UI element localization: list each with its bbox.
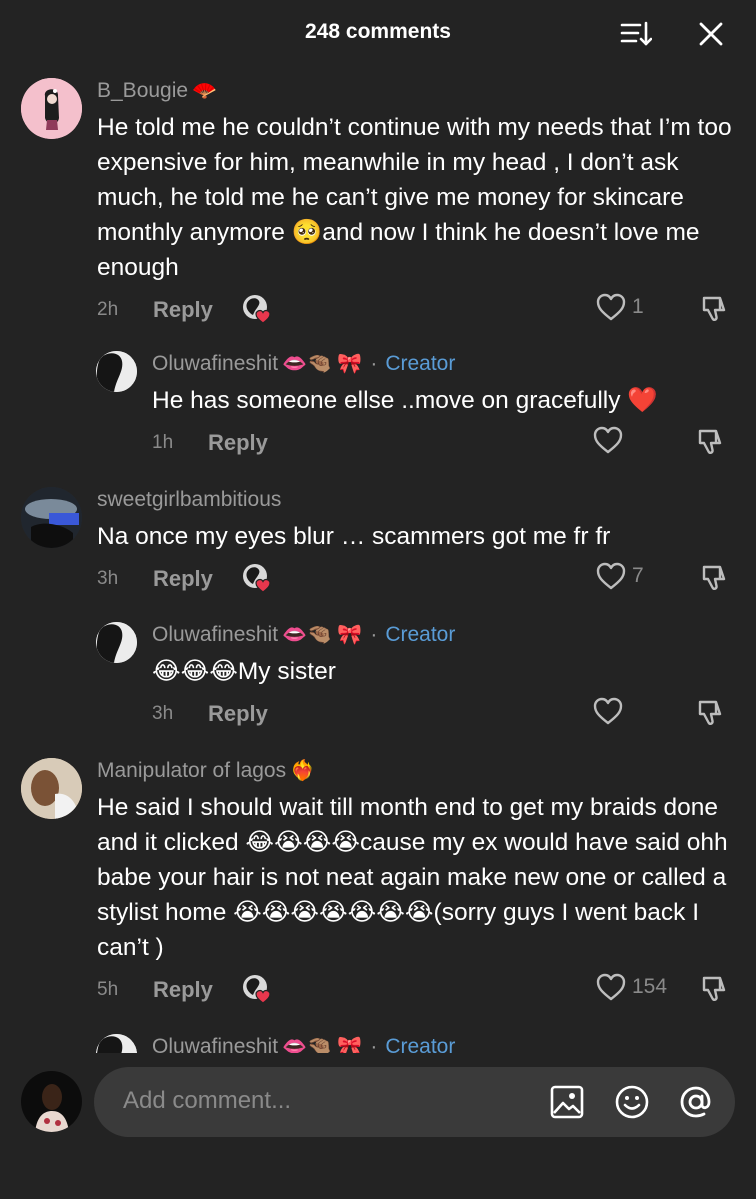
username-text[interactable]: B_Bougie [97,78,188,104]
comment-username[interactable]: Oluwafineshit 👄🤏🏽 🎀 · Creator [152,1034,732,1053]
reply-button[interactable]: Reply [208,430,268,456]
comment-time: 2h [97,299,119,320]
comments-header: 248 comments [0,0,756,68]
heart-icon [596,293,626,321]
sort-icon[interactable] [620,20,652,48]
comment-time: 3h [97,568,119,589]
comment-input[interactable]: Add comment... [94,1067,735,1137]
like-count: 1 [632,295,644,318]
like-button[interactable]: 7 [596,562,644,590]
like-button[interactable] [593,697,623,725]
creator-badge: Creator [385,1035,456,1053]
comment-time: 1h [152,432,174,453]
close-icon[interactable] [698,21,724,47]
avatar[interactable] [21,758,82,819]
username-emoji: ❤️‍🔥 [290,760,316,782]
creator-liked-icon [241,973,273,1005]
username-text[interactable]: Oluwafineshit [152,1034,278,1053]
like-count: 154 [632,975,668,998]
heart-icon [596,562,626,590]
avatar[interactable] [21,78,82,139]
heart-icon [593,697,623,725]
avatar-image [96,622,137,663]
like-button[interactable]: 154 [596,973,667,1001]
reply-button[interactable]: Reply [153,977,213,1003]
dislike-icon[interactable] [700,293,730,323]
dislike-icon[interactable] [696,426,726,456]
creator-separator: · [370,623,378,646]
heart-icon [593,426,623,454]
comment-text: He said I should wait till month end to … [97,794,728,961]
comment-username[interactable]: Oluwafineshit 👄🤏🏽 🎀 · Creator [152,351,732,377]
creator-badge: Creator [385,352,456,375]
comment-username[interactable]: Manipulator of lagos ❤️‍🔥 [97,758,732,784]
reply-button[interactable]: Reply [153,297,213,323]
reply-button[interactable]: Reply [153,566,213,592]
username-emoji: 👄🤏🏽 🎀 [282,353,363,375]
avatar[interactable] [21,487,82,548]
comment-time: 3h [152,703,174,724]
comment-text: 😂😂😂My sister [152,658,336,685]
avatar[interactable] [96,622,137,663]
username-emoji: 👄🤏🏽 🎀 [282,1036,363,1053]
comment-input-placeholder: Add comment... [123,1087,292,1114]
avatar[interactable] [96,1034,137,1053]
comments-list[interactable]: B_Bougie 🪭 He told me he couldn’t continu… [0,68,756,1053]
username-text[interactable]: Oluwafineshit [152,622,278,648]
avatar-image [96,1034,137,1053]
dislike-icon[interactable] [700,973,730,1003]
creator-separator: · [370,1035,378,1053]
avatar-image [21,78,82,139]
my-avatar-image [21,1071,82,1132]
creator-liked-icon [241,293,273,325]
like-button[interactable]: 1 [596,293,644,321]
dislike-icon[interactable] [696,697,726,727]
comment-text: Na once my eyes blur … scammers got me f… [97,523,611,550]
comment-text: He has someone ellse ..move on gracefull… [152,387,658,414]
username-text[interactable]: sweetgirlbambitious [97,487,281,513]
username-emoji: 🪭 [192,80,217,102]
like-button[interactable] [593,426,623,454]
avatar-image [96,351,137,392]
creator-separator: · [370,352,378,375]
creator-badge: Creator [385,623,456,646]
comment-text: He told me he couldn’t continue with my … [97,114,732,281]
avatar[interactable] [96,351,137,392]
dislike-icon[interactable] [700,562,730,592]
heart-icon [596,973,626,1001]
comment-time: 5h [97,979,119,1000]
like-count: 7 [632,564,644,587]
emoji-icon[interactable] [614,1084,650,1120]
my-avatar [21,1071,82,1132]
avatar-image [21,758,82,819]
username-emoji: 👄🤏🏽 🎀 [282,624,363,646]
mention-icon[interactable] [678,1084,714,1120]
username-text[interactable]: Manipulator of lagos [97,758,286,784]
comment-username[interactable]: B_Bougie 🪭 [97,78,732,104]
comment-composer: Add comment... [0,1053,756,1199]
reply-button[interactable]: Reply [208,701,268,727]
comment-username[interactable]: sweetgirlbambitious [97,487,732,513]
avatar-image [21,487,82,548]
image-icon[interactable] [549,1084,585,1120]
creator-liked-icon [241,562,273,594]
username-text[interactable]: Oluwafineshit [152,351,278,377]
comment-username[interactable]: Oluwafineshit 👄🤏🏽 🎀 · Creator [152,622,732,648]
